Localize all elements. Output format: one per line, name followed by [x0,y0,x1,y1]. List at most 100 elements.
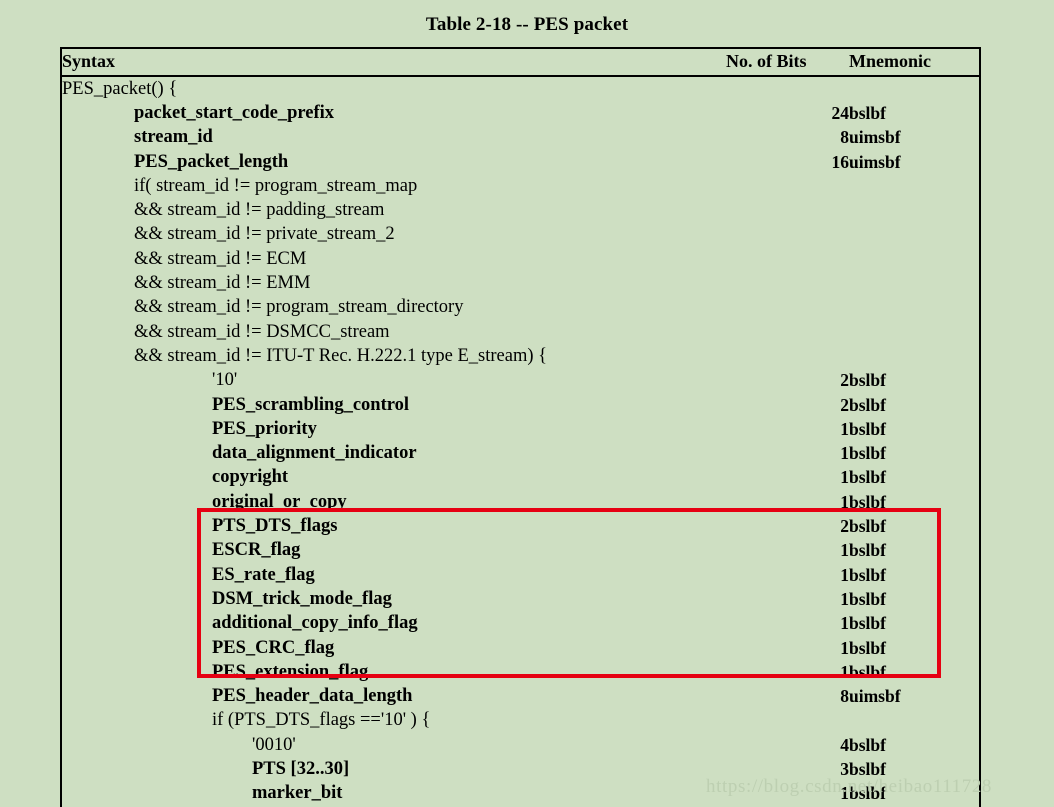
cell-syntax: data_alignment_indicator [62,441,726,465]
table-row: ESCR_flag 1 bslbf [62,538,979,562]
syntax-text: && stream_id != program_stream_directory [134,297,464,318]
table-row: && stream_id != DSMCC_stream [62,320,979,344]
cell-syntax: PTS_DTS_flags [62,514,726,538]
cell-bits [726,222,849,246]
cell-bits: 2 [840,370,849,391]
cell-bits: 1 [840,613,849,634]
cell-mnemonic: uimsbf [849,686,901,707]
syntax-text: data_alignment_indicator [212,443,417,464]
cell-mnemonic [849,76,979,101]
table-row: PES_scrambling_control 2 bslbf [62,393,979,417]
table-row: && stream_id != program_stream_directory [62,295,979,319]
cell-mnemonic: bslbf [849,102,886,123]
cell-mnemonic: bslbf [849,540,886,561]
cell-bits [726,708,849,732]
cell-mnemonic: bslbf [849,443,886,464]
syntax-text: if (PTS_DTS_flags =='10' ) { [212,710,431,731]
watermark-text: https://blog.csdn.net/heibao111728 [706,776,993,797]
table-header-row: Syntax No. of Bits Mnemonic [62,49,979,77]
cell-bits: 2 [840,394,849,415]
cell-syntax: PES_priority [62,417,726,441]
cell-syntax: original_or_copy [62,490,726,514]
cell-mnemonic [849,295,979,319]
cell-bits [726,344,849,368]
cell-mnemonic: bslbf [849,564,886,585]
cell-bits [726,247,849,271]
cell-bits: 1 [840,564,849,585]
table-row: PTS_DTS_flags 2 bslbf [62,514,979,538]
cell-mnemonic: uimsbf [849,127,901,148]
table-row: stream_id 8 uimsbf [62,125,979,149]
syntax-text: '10' [212,370,238,391]
table-row: PES_extension_flag 1 bslbf [62,660,979,684]
cell-syntax: && stream_id != EMM [62,271,726,295]
syntax-text: '0010' [252,734,296,755]
table-row: packet_start_code_prefix 24 bslbf [62,101,979,125]
syntax-text: PES_scrambling_control [212,394,409,415]
table-row: '10' 2 bslbf [62,368,979,392]
syntax-text: copyright [212,467,289,488]
syntax-text: PES_priority [212,418,317,439]
cell-syntax: PES_packet_length [62,150,726,174]
table-row: PES_packet() { [62,76,979,101]
cell-bits: 1 [840,540,849,561]
table-row: data_alignment_indicator 1 bslbf [62,441,979,465]
cell-bits [726,198,849,222]
cell-mnemonic: bslbf [849,588,886,609]
table-header: Syntax No. of Bits Mnemonic [62,49,979,77]
syntax-text: marker_bit [252,783,343,804]
syntax-text: && stream_id != DSMCC_stream [134,321,390,342]
cell-mnemonic [849,271,979,295]
cell-mnemonic: bslbf [849,491,886,512]
table-row: PES_priority 1 bslbf [62,417,979,441]
syntax-text: ES_rate_flag [212,564,315,585]
cell-syntax: if( stream_id != program_stream_map [62,174,726,198]
syntax-text: PTS_DTS_flags [212,516,338,537]
cell-syntax: && stream_id != padding_stream [62,198,726,222]
syntax-text: original_or_copy [212,491,347,512]
table-row: if( stream_id != program_stream_map [62,174,979,198]
cell-mnemonic: bslbf [849,394,886,415]
cell-bits: 1 [840,443,849,464]
cell-bits: 1 [840,467,849,488]
syntax-text: stream_id [134,127,213,148]
cell-syntax: PES_header_data_length [62,684,726,708]
cell-syntax: ES_rate_flag [62,563,726,587]
pes-packet-table: Syntax No. of Bits Mnemonic PES_packet()… [60,47,981,807]
cell-syntax: additional_copy_info_flag [62,611,726,635]
cell-syntax: PTS [32..30] [62,757,726,781]
cell-bits: 24 [831,102,850,123]
table-row: '0010' 4 bslbf [62,733,979,757]
cell-syntax: '10' [62,368,726,392]
cell-bits: 8 [840,686,849,707]
cell-bits: 1 [840,418,849,439]
cell-mnemonic: bslbf [849,467,886,488]
cell-syntax: if (PTS_DTS_flags =='10' ) { [62,708,726,732]
column-header-syntax: Syntax [62,49,726,77]
cell-syntax: DSM_trick_mode_flag [62,587,726,611]
syntax-text: PTS [32..30] [252,759,350,779]
cell-syntax: && stream_id != ECM [62,247,726,271]
table-row: original_or_copy 1 bslbf [62,490,979,514]
cell-mnemonic [849,320,979,344]
cell-syntax: marker_bit [62,781,726,805]
table-row: && stream_id != EMM [62,271,979,295]
table-row: DSM_trick_mode_flag 1 bslbf [62,587,979,611]
table-row: copyright 1 bslbf [62,465,979,489]
table-row: additional_copy_info_flag 1 bslbf [62,611,979,635]
cell-syntax: PES_packet() { [62,76,726,101]
cell-mnemonic: uimsbf [849,151,901,172]
cell-bits: 2 [840,516,849,537]
syntax-text: PES_header_data_length [212,686,413,707]
syntax-table: Syntax No. of Bits Mnemonic PES_packet()… [62,49,979,806]
table-row: && stream_id != padding_stream [62,198,979,222]
cell-bits: 1 [840,637,849,658]
table-body: PES_packet() {packet_start_code_prefix 24… [62,76,979,806]
syntax-text: packet_start_code_prefix [134,102,335,123]
cell-bits [726,174,849,198]
cell-mnemonic: bslbf [849,516,886,537]
cell-mnemonic: bslbf [849,418,886,439]
cell-syntax: PES_scrambling_control [62,393,726,417]
syntax-text: && stream_id != ECM [134,248,307,269]
syntax-text: && stream_id != padding_stream [134,200,385,221]
